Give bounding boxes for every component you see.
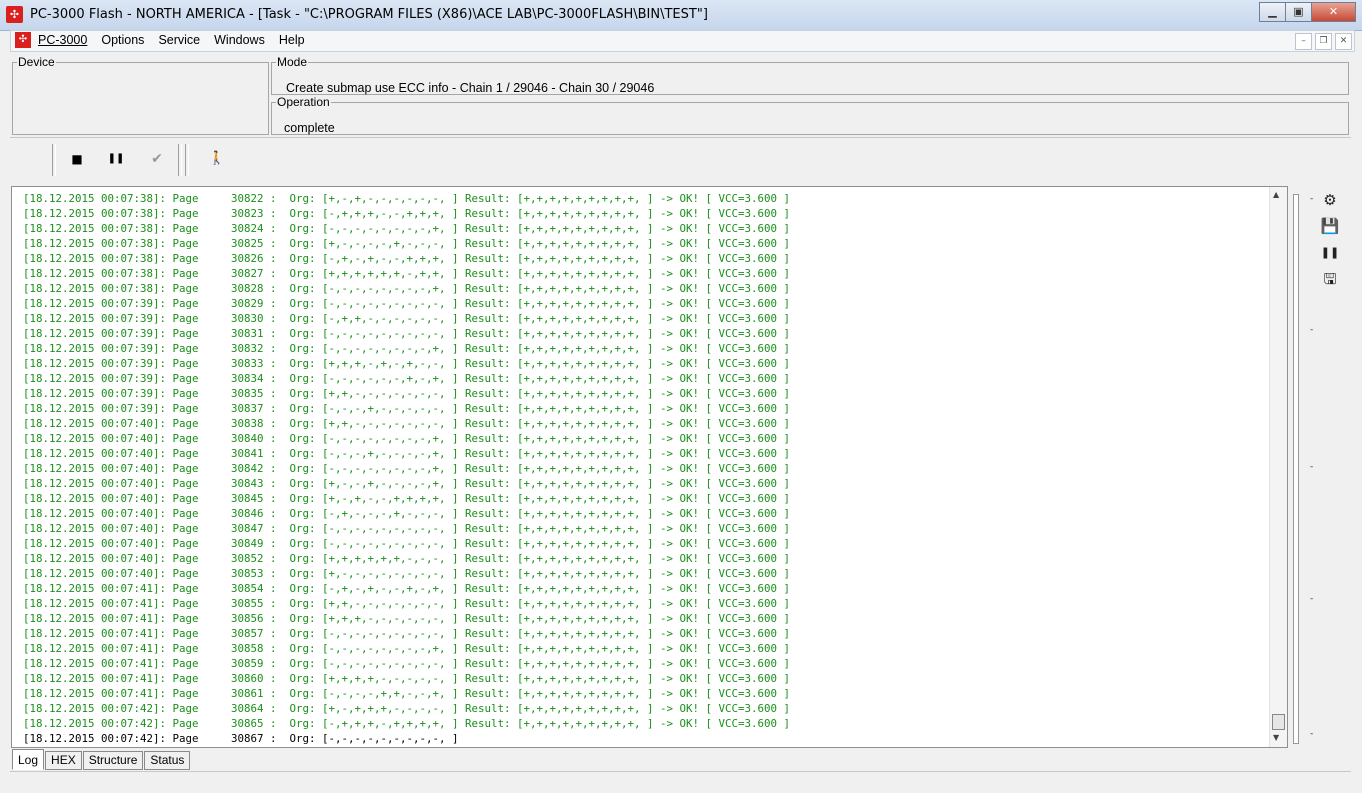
log-line: [18.12.2015 00:07:38]: Page 30822 : Org:…: [23, 192, 791, 205]
pause-button[interactable]: ❚❚: [105, 148, 127, 170]
device-group: Device: [12, 55, 269, 135]
tab-status[interactable]: Status: [144, 751, 191, 770]
app-icon: ✣: [6, 6, 23, 23]
mode-legend: Mode: [277, 55, 308, 69]
menu-items: PC-3000 Options Service Windows Help: [38, 33, 319, 47]
log-lines: [18.12.2015 00:07:38]: Page 30822 : Org:…: [23, 191, 790, 746]
mdi-controls: – ❐ ✕: [1292, 33, 1352, 50]
mode-group: Mode Create submap use ECC info - Chain …: [271, 55, 1349, 95]
log-line: [18.12.2015 00:07:42]: Page 30867 : Org:…: [23, 732, 459, 745]
minimize-button[interactable]: ▁: [1259, 2, 1286, 22]
log-line: [18.12.2015 00:07:40]: Page 30849 : Org:…: [23, 537, 791, 550]
log-line: [18.12.2015 00:07:40]: Page 30841 : Org:…: [23, 447, 791, 460]
log-line: [18.12.2015 00:07:40]: Page 30838 : Org:…: [23, 417, 791, 430]
right-panel: - - - - - ⚙ 💾 ❚❚ 🖫: [1288, 186, 1352, 746]
log-line: [18.12.2015 00:07:40]: Page 30840 : Org:…: [23, 432, 791, 445]
scroll-down-arrow[interactable]: ▼: [1273, 733, 1279, 742]
check-button[interactable]: ✔: [146, 148, 168, 170]
log-line: [18.12.2015 00:07:39]: Page 30833 : Org:…: [23, 357, 791, 370]
slider-tick: -: [1310, 594, 1314, 604]
menu-bar: ✣ PC-3000 Options Service Windows Help –…: [10, 30, 1355, 52]
window-title: PC-3000 Flash - NORTH AMERICA - [Task - …: [30, 7, 708, 22]
stop-button[interactable]: ■: [66, 148, 88, 170]
log-line: [18.12.2015 00:07:39]: Page 30830 : Org:…: [23, 312, 791, 325]
log-line: [18.12.2015 00:07:38]: Page 30828 : Org:…: [23, 282, 791, 295]
slider-tick: -: [1310, 194, 1314, 204]
document-icon[interactable]: ✣: [15, 32, 31, 48]
bottom-tabs: Log HEX Structure Status: [12, 749, 191, 770]
save-as-icon[interactable]: 🖫: [1320, 269, 1340, 289]
log-line: [18.12.2015 00:07:39]: Page 30837 : Org:…: [23, 402, 791, 415]
log-line: [18.12.2015 00:07:40]: Page 30842 : Org:…: [23, 462, 791, 475]
log-line: [18.12.2015 00:07:41]: Page 30854 : Org:…: [23, 582, 791, 595]
menu-pc3000[interactable]: PC-3000: [38, 33, 87, 47]
log-panel[interactable]: [18.12.2015 00:07:38]: Page 30822 : Org:…: [11, 186, 1288, 748]
log-line: [18.12.2015 00:07:39]: Page 30832 : Org:…: [23, 342, 791, 355]
pause-icon[interactable]: ❚❚: [1320, 243, 1340, 263]
mdi-restore-button[interactable]: ❐: [1315, 33, 1332, 50]
toolbar-separator: [185, 144, 189, 176]
tab-hex[interactable]: HEX: [45, 751, 82, 770]
log-line: [18.12.2015 00:07:38]: Page 30825 : Org:…: [23, 237, 791, 250]
slider-tick: -: [1310, 325, 1314, 335]
log-line: [18.12.2015 00:07:38]: Page 30823 : Org:…: [23, 207, 791, 220]
toolbar: ■ ❚❚ ✔ 🚶: [10, 137, 1351, 180]
log-scrollbar[interactable]: ▲ ▼: [1269, 187, 1287, 747]
log-line: [18.12.2015 00:07:41]: Page 30858 : Org:…: [23, 642, 791, 655]
mdi-minimize-button[interactable]: –: [1295, 33, 1312, 50]
save-icon[interactable]: 💾: [1320, 216, 1340, 236]
mode-value: Create submap use ECC info - Chain 1 / 2…: [286, 81, 655, 95]
log-line: [18.12.2015 00:07:38]: Page 30824 : Org:…: [23, 222, 791, 235]
log-line: [18.12.2015 00:07:42]: Page 30865 : Org:…: [23, 717, 791, 730]
log-line: [18.12.2015 00:07:42]: Page 30864 : Org:…: [23, 702, 791, 715]
log-line: [18.12.2015 00:07:40]: Page 30853 : Org:…: [23, 567, 791, 580]
log-line: [18.12.2015 00:07:41]: Page 30856 : Org:…: [23, 612, 791, 625]
exit-button[interactable]: 🚶: [206, 148, 228, 170]
log-line: [18.12.2015 00:07:41]: Page 30861 : Org:…: [23, 687, 791, 700]
mdi-close-button[interactable]: ✕: [1335, 33, 1352, 50]
log-line: [18.12.2015 00:07:39]: Page 30835 : Org:…: [23, 387, 791, 400]
log-line: [18.12.2015 00:07:41]: Page 30860 : Org:…: [23, 672, 791, 685]
slider-track[interactable]: [1293, 194, 1299, 744]
log-line: [18.12.2015 00:07:39]: Page 30834 : Org:…: [23, 372, 791, 385]
close-button[interactable]: ✕: [1311, 2, 1356, 22]
operation-value: complete: [284, 121, 335, 135]
slider-tick: -: [1310, 729, 1314, 739]
log-line: [18.12.2015 00:07:40]: Page 30852 : Org:…: [23, 552, 791, 565]
scroll-thumb[interactable]: [1272, 714, 1285, 730]
toolbar-separator: [178, 144, 182, 176]
log-line: [18.12.2015 00:07:41]: Page 30859 : Org:…: [23, 657, 791, 670]
log-line: [18.12.2015 00:07:38]: Page 30826 : Org:…: [23, 252, 791, 265]
scroll-up-arrow[interactable]: ▲: [1273, 190, 1279, 199]
operation-legend: Operation: [277, 95, 330, 109]
tab-structure[interactable]: Structure: [82, 751, 144, 770]
window-controls: ▁ ▣ ✕: [1259, 2, 1356, 22]
log-line: [18.12.2015 00:07:38]: Page 30827 : Org:…: [23, 267, 791, 280]
log-line: [18.12.2015 00:07:40]: Page 30845 : Org:…: [23, 492, 791, 505]
tab-log[interactable]: Log: [12, 749, 45, 770]
log-line: [18.12.2015 00:07:40]: Page 30843 : Org:…: [23, 477, 791, 490]
menu-service[interactable]: Service: [158, 33, 200, 47]
status-bar: [10, 771, 1351, 786]
log-line: [18.12.2015 00:07:39]: Page 30831 : Org:…: [23, 327, 791, 340]
log-line: [18.12.2015 00:07:39]: Page 30829 : Org:…: [23, 297, 791, 310]
settings-page-icon[interactable]: ⚙: [1320, 190, 1340, 210]
menu-windows[interactable]: Windows: [214, 33, 265, 47]
title-bar[interactable]: ✣ PC-3000 Flash - NORTH AMERICA - [Task …: [0, 0, 1362, 31]
maximize-button[interactable]: ▣: [1285, 2, 1312, 22]
device-legend: Device: [18, 55, 55, 69]
toolbar-separator: [52, 144, 56, 176]
menu-help[interactable]: Help: [279, 33, 305, 47]
slider-tick: -: [1310, 462, 1314, 472]
log-line: [18.12.2015 00:07:41]: Page 30857 : Org:…: [23, 627, 791, 640]
log-line: [18.12.2015 00:07:40]: Page 30847 : Org:…: [23, 522, 791, 535]
menu-options[interactable]: Options: [101, 33, 144, 47]
log-line: [18.12.2015 00:07:40]: Page 30846 : Org:…: [23, 507, 791, 520]
log-line: [18.12.2015 00:07:41]: Page 30855 : Org:…: [23, 597, 791, 610]
operation-group: Operation complete: [271, 95, 1349, 135]
